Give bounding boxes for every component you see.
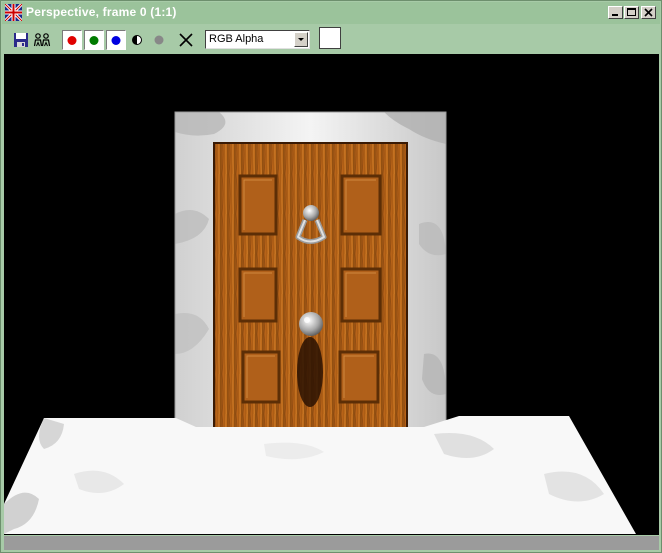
half-circle-icon xyxy=(132,35,142,45)
green-channel-button[interactable] xyxy=(84,30,104,50)
red-dot-icon xyxy=(67,36,77,45)
clone-window-button[interactable] xyxy=(32,30,52,50)
floppy-disk-icon xyxy=(14,33,28,47)
x-icon xyxy=(179,33,193,47)
green-dot-icon xyxy=(89,36,99,45)
save-image-button[interactable] xyxy=(11,30,31,50)
blue-channel-button[interactable] xyxy=(106,30,126,50)
close-button[interactable] xyxy=(641,6,656,19)
toolbar: RGB Alpha xyxy=(2,25,660,53)
people-icon xyxy=(33,33,51,47)
maximize-icon xyxy=(627,8,636,16)
rendered-scene xyxy=(4,111,636,534)
title-bar[interactable]: Perspective, frame 0 (1:1) xyxy=(2,2,660,24)
red-channel-button[interactable] xyxy=(62,30,82,50)
minimize-button[interactable] xyxy=(608,6,623,19)
gray-dot-icon xyxy=(154,35,164,45)
chevron-down-icon xyxy=(298,38,304,41)
channel-select[interactable]: RGB Alpha xyxy=(205,30,310,49)
floor-plane xyxy=(4,416,636,534)
minimize-icon xyxy=(612,14,618,16)
bottom-bar xyxy=(4,536,659,550)
channel-select-value: RGB Alpha xyxy=(209,33,264,45)
render-viewport[interactable] xyxy=(4,54,659,535)
union-jack-icon[interactable] xyxy=(5,4,22,21)
alpha-channel-button[interactable] xyxy=(149,30,169,50)
select-dropdown-button[interactable] xyxy=(294,32,308,47)
background-color-swatch[interactable] xyxy=(319,27,341,49)
maximize-button[interactable] xyxy=(624,6,639,19)
clear-button[interactable] xyxy=(176,30,196,50)
close-icon xyxy=(644,8,653,17)
window-title: Perspective, frame 0 (1:1) xyxy=(26,5,177,19)
doorknob-icon xyxy=(297,312,323,407)
render-window: Perspective, frame 0 (1:1) RGB Alpha xyxy=(0,0,662,553)
mono-toggle-button[interactable] xyxy=(127,30,147,50)
blue-dot-icon xyxy=(111,36,121,45)
